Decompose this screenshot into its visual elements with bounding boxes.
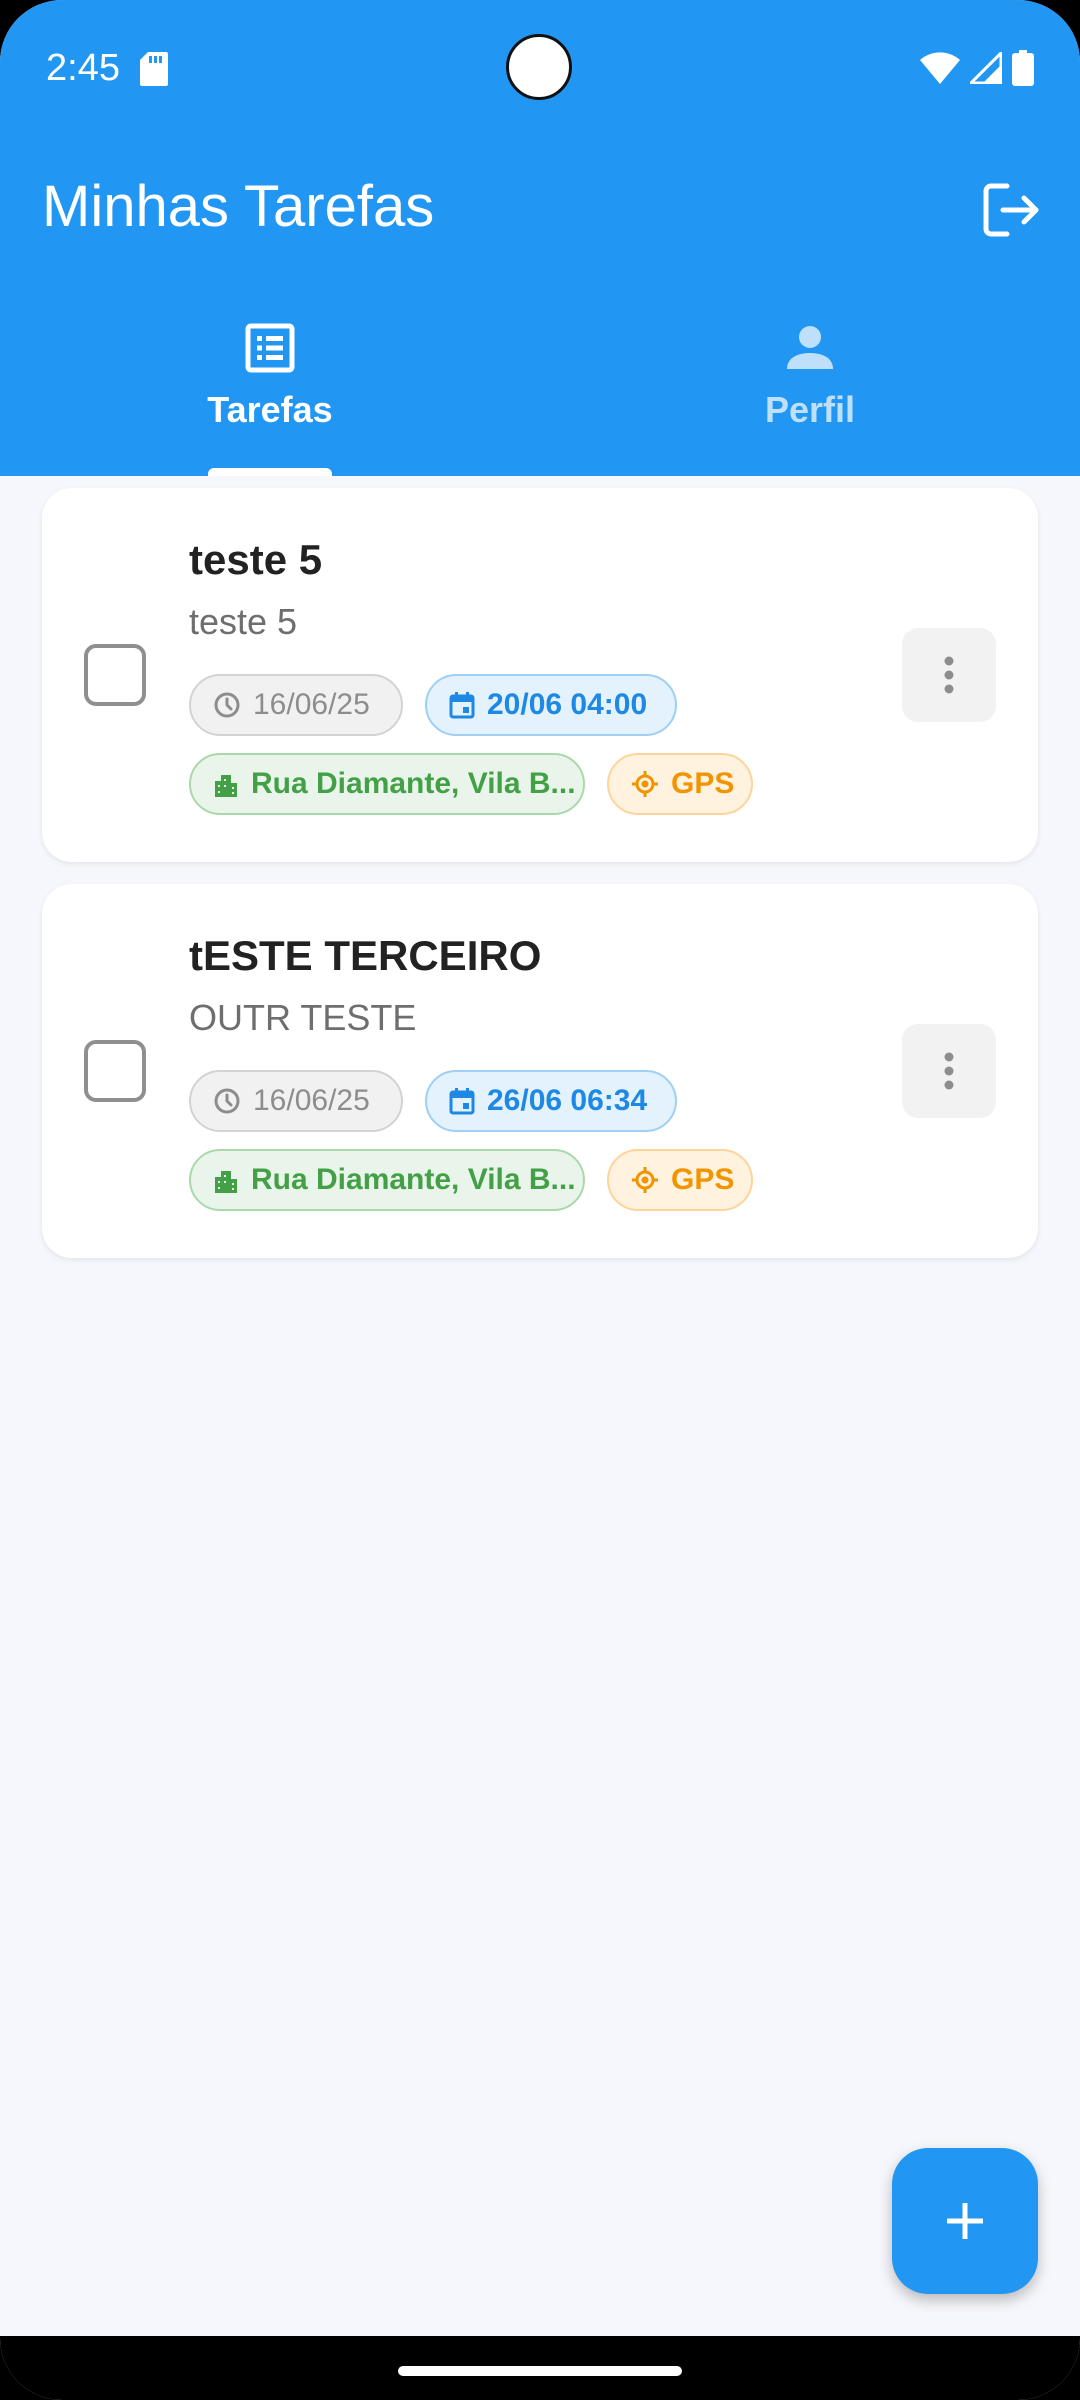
calendar-icon [449,692,475,719]
battery-icon [1012,50,1034,86]
gps-label: GPS [671,767,735,800]
page-title: Minhas Tarefas [42,174,435,239]
task-checkbox[interactable] [84,644,146,706]
logout-button[interactable] [974,172,1050,248]
task-checkbox[interactable] [84,1040,146,1102]
camera-cutout [506,34,572,100]
more-vert-icon [944,656,954,694]
created-date: 16/06/25 [253,1084,370,1117]
address-chip: Rua Diamante, Vila B... [189,753,585,815]
calendar-icon [449,1088,475,1115]
add-task-button[interactable] [892,2148,1038,2294]
status-icons [920,48,1034,88]
status-bar: 2:45 [0,0,1080,136]
gps-label: GPS [671,1163,735,1196]
chips-row: 16/06/25 20/06 04:00 [189,674,677,736]
due-date-chip: 20/06 04:00 [425,674,677,736]
tab-perfil[interactable]: Perfil [540,308,1080,476]
tab-bar: Tarefas Perfil [0,308,1080,476]
task-menu-button[interactable] [902,628,996,722]
home-indicator[interactable] [398,2366,682,2376]
app-screen: 2:45 Minhas Tarefas Tarefas Perfil teste… [0,0,1080,2400]
gps-icon [632,1167,658,1193]
due-date: 26/06 06:34 [487,1084,648,1117]
status-time: 2:45 [46,47,120,89]
city-icon [215,775,237,797]
tab-tarefas[interactable]: Tarefas [0,308,540,476]
cell-signal-icon [970,52,1002,84]
tab-label: Tarefas [207,389,333,430]
address-text: Rua Diamante, Vila B... [251,767,576,800]
wifi-icon [920,52,960,84]
app-bar: Minhas Tarefas Tarefas Perfil [0,136,1080,476]
created-date-chip: 16/06/25 [189,674,403,736]
list-icon [242,320,298,376]
system-nav-bar [0,2336,1080,2400]
gps-icon [632,771,658,797]
due-date: 20/06 04:00 [487,688,648,721]
chips-row: Rua Diamante, Vila B... GPS [189,753,753,815]
tab-indicator [208,468,332,476]
chips-row: 16/06/25 26/06 06:34 [189,1070,677,1132]
address-chip: Rua Diamante, Vila B... [189,1149,585,1211]
task-title: tESTE TERCEIRO [189,932,542,979]
logout-icon [983,183,1039,237]
task-menu-button[interactable] [902,1024,996,1118]
clock-icon [214,692,240,718]
created-date-chip: 16/06/25 [189,1070,403,1132]
tab-label: Perfil [764,389,856,430]
due-date-chip: 26/06 06:34 [425,1070,677,1132]
task-card[interactable]: tESTE TERCEIRO OUTR TESTE 16/06/25 26/06… [42,884,1038,1258]
task-list: teste 5 teste 5 16/06/25 20/06 04:00 Rua… [42,488,1038,1280]
plus-icon [947,2203,983,2239]
task-description: OUTR TESTE [189,997,417,1038]
city-icon [215,1171,237,1193]
address-text: Rua Diamante, Vila B... [251,1163,576,1196]
gps-chip: GPS [607,1149,753,1211]
more-vert-icon [944,1052,954,1090]
sd-card-icon [140,52,168,86]
task-title: teste 5 [189,536,323,583]
chips-row: Rua Diamante, Vila B... GPS [189,1149,753,1211]
gps-chip: GPS [607,753,753,815]
created-date: 16/06/25 [253,688,370,721]
person-icon [782,320,838,376]
task-description: teste 5 [189,601,298,642]
clock-icon [214,1088,240,1114]
task-card[interactable]: teste 5 teste 5 16/06/25 20/06 04:00 Rua… [42,488,1038,862]
